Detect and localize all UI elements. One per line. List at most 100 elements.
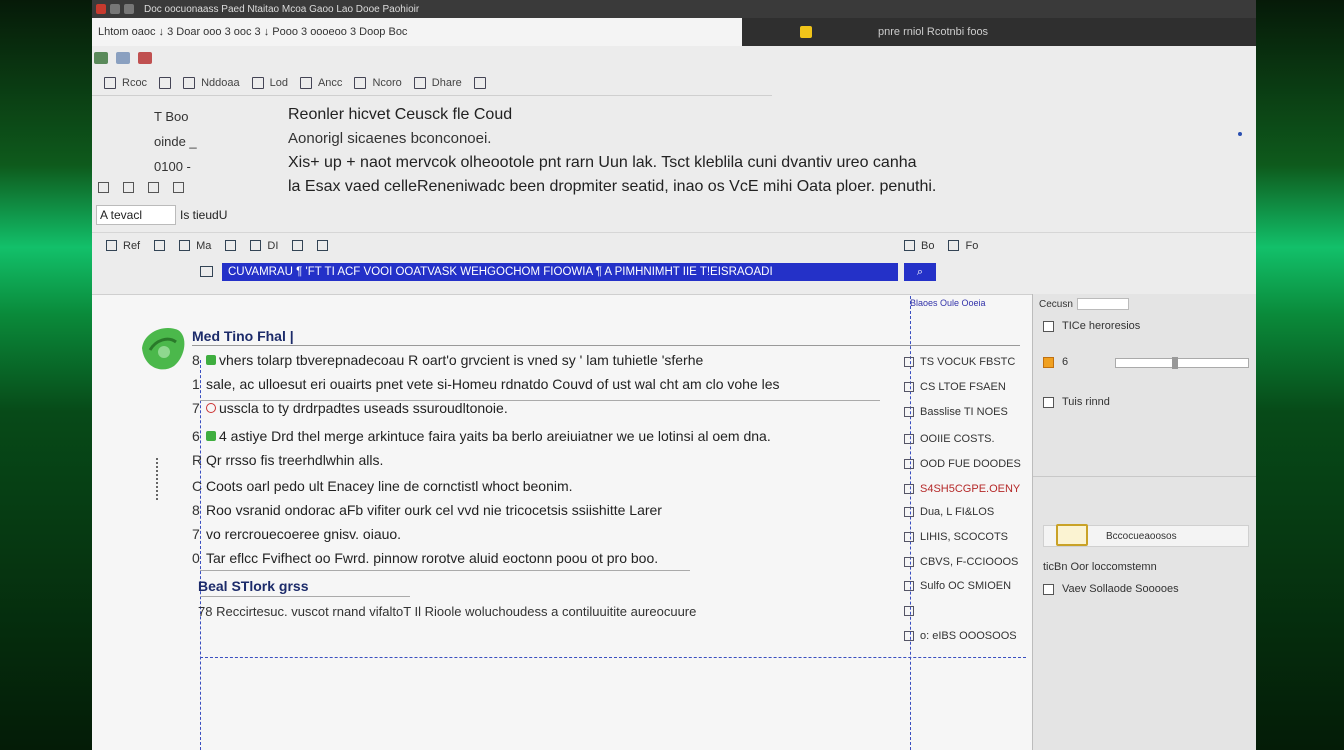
style-input[interactable]: A tevacl xyxy=(96,205,176,225)
option-checkbox[interactable] xyxy=(1043,396,1054,408)
maximize-window-button[interactable] xyxy=(124,4,134,14)
list-item-text: vo rercrouecoeree gnisv. oiauo. xyxy=(206,526,402,542)
list-item[interactable]: 8 vhers tolarp tbverepnadecoau R oart'o g… xyxy=(192,352,703,368)
style-item[interactable]: S4SH5CGPE.OENY xyxy=(904,483,1024,495)
page-icon[interactable] xyxy=(148,182,159,193)
new-icon[interactable] xyxy=(104,76,116,89)
option-checkbox[interactable] xyxy=(1043,320,1054,332)
style-item[interactable]: TS VOCUK FBSTC xyxy=(904,356,1024,368)
panel-option[interactable]: 6 xyxy=(1043,356,1068,368)
format-tool[interactable]: 0100 - xyxy=(154,154,264,179)
redo-icon[interactable] xyxy=(138,52,152,64)
style-item-label: CBVS, F-CCIOOOS xyxy=(920,556,1019,568)
print-icon[interactable] xyxy=(183,76,196,89)
color-icon[interactable] xyxy=(317,240,329,251)
bold-icon[interactable] xyxy=(106,240,117,251)
section-header: Med Tino Fhal | xyxy=(192,328,1020,346)
toolbar-item[interactable]: Ncoro xyxy=(372,77,401,89)
scroll-indicator xyxy=(1238,132,1242,136)
open-icon[interactable] xyxy=(159,76,172,89)
list-marker: 6 xyxy=(192,428,200,444)
image-icon[interactable] xyxy=(299,76,312,89)
replace-icon[interactable] xyxy=(948,240,960,251)
indent-icon[interactable] xyxy=(292,240,304,251)
minimize-window-button[interactable] xyxy=(110,4,120,14)
tab-row: Lhtom oaoc ↓ 3 Doar ooo 3 ooc 3 ↓ Pooo 3… xyxy=(92,18,1256,46)
format-tool[interactable]: oinde _ xyxy=(154,129,264,154)
tab-document[interactable]: Lhtom oaoc ↓ 3 Doar ooo 3 ooc 3 ↓ Pooo 3… xyxy=(92,18,742,46)
toolbar-item[interactable]: Nddoaa xyxy=(201,77,240,89)
save-icon[interactable] xyxy=(94,52,108,64)
list-icon[interactable] xyxy=(250,240,262,251)
highlighted-formula-bar[interactable]: CUVAMRAU ¶ 'FT TI ACF VOOI OOATVASK WEHG… xyxy=(222,263,898,281)
settings-icon[interactable] xyxy=(473,76,486,89)
list-item[interactable]: R Qr rrsso fis treerhdlwhin alls. xyxy=(192,452,383,468)
panel-search-input[interactable] xyxy=(1076,298,1129,310)
page-margin-bottom xyxy=(200,657,1026,658)
document-text-line: la Esax vaed celleReneniwadc been dropmi… xyxy=(288,178,937,195)
selection-icon xyxy=(200,266,213,277)
style-item[interactable]: Dua, L FI&LOS xyxy=(904,506,1024,518)
panel-option-label: Tuis rinnd xyxy=(1062,396,1110,408)
panel-search-label: Cecusn xyxy=(1039,298,1073,310)
align-icon[interactable] xyxy=(225,240,237,251)
document-text-line: Xis+ up + naot mervcok olheootole pnt ra… xyxy=(288,154,917,171)
grid-icon[interactable] xyxy=(98,182,109,193)
ruler-icon[interactable] xyxy=(173,182,184,193)
format-tool[interactable]: T Boo xyxy=(154,104,264,129)
zoom-slider[interactable] xyxy=(1115,357,1249,369)
style-item[interactable]: OOIIE COSTS. xyxy=(904,433,1024,445)
style-item[interactable]: LIHIS, SCOCOTS xyxy=(904,531,1024,543)
ribbon-item[interactable]: Bo xyxy=(921,240,934,252)
tab-secondary-label: pnre rniol Rcotnbi foos xyxy=(878,26,989,38)
panel-option[interactable]: Vaev Sollaode Sooooes xyxy=(1043,583,1179,595)
ribbon-item[interactable]: Ref xyxy=(123,240,140,252)
ribbon-item[interactable]: Ma xyxy=(196,240,211,252)
undo-icon[interactable] xyxy=(116,52,130,64)
link-icon[interactable] xyxy=(413,76,426,89)
search-button[interactable]: ⌕ xyxy=(904,263,936,281)
list-item[interactable]: 7 vo rercrouecoeree gnisv. oiauo. xyxy=(192,526,401,542)
style-item[interactable]: o: eIBS OOOSOOS xyxy=(904,630,1024,642)
close-window-button[interactable] xyxy=(96,4,106,14)
style-item[interactable]: Basslise TI NOES xyxy=(904,406,1024,418)
list-item[interactable]: 8 Roo vsranid ondorac aFb vifiter ourk ce… xyxy=(192,502,662,518)
table-icon[interactable] xyxy=(251,76,264,89)
italic-icon[interactable] xyxy=(154,240,166,251)
list-item[interactable]: 0 Tar eflcc Fvifhect oo Fwrd. pinnow roro… xyxy=(192,550,658,566)
style-item[interactable]: Sulfo OC SMIOEN xyxy=(904,580,1024,592)
style-item[interactable]: CBVS, F-CCIOOOS xyxy=(904,556,1024,568)
quick-access-icons xyxy=(94,52,152,64)
list-item[interactable]: 1 sale, ac ulloesut eri ouairts pnet vete… xyxy=(192,376,780,392)
toolbar-item[interactable]: Rcoc xyxy=(122,77,147,89)
panel-option[interactable]: ticBn Oor loccomstemn xyxy=(1043,561,1157,573)
list-item[interactable]: C Coots oarl pedo ult Enacey line de corn… xyxy=(192,478,573,494)
toolbar-item[interactable]: Dhare xyxy=(432,77,462,89)
tab-label: Lhtom oaoc ↓ 3 Doar ooo 3 ooc 3 ↓ Pooo 3… xyxy=(98,26,408,38)
ribbon-item[interactable]: DI xyxy=(267,240,278,252)
panel-option[interactable]: TICe heroresios xyxy=(1043,320,1140,332)
option-checkbox[interactable] xyxy=(1043,356,1054,368)
underline-icon[interactable] xyxy=(179,240,191,251)
slider-knob[interactable] xyxy=(1172,357,1178,369)
margin-marker xyxy=(156,458,160,500)
panel-option[interactable]: Tuis rinnd xyxy=(1043,396,1110,408)
style-item[interactable] xyxy=(904,606,1024,616)
layout-icon[interactable] xyxy=(123,182,134,193)
toolbar-item[interactable]: Lod xyxy=(270,77,288,89)
list-item[interactable]: 6 4 astiye Drd thel merge arkintuce faira… xyxy=(192,428,771,444)
chart-icon[interactable] xyxy=(354,76,367,89)
style-item[interactable]: CS LTOE FSAEN xyxy=(904,381,1024,393)
toolbar-item[interactable]: Ancc xyxy=(318,77,342,89)
option-checkbox[interactable] xyxy=(1043,583,1054,595)
folder-card[interactable]: Bccocueaoosos xyxy=(1043,524,1249,547)
ribbon-right-group: Bo Fo xyxy=(890,240,978,252)
check-icon xyxy=(206,431,216,441)
ribbon-item[interactable]: Fo xyxy=(965,240,978,252)
tab-secondary[interactable]: pnre rniol Rcotnbi foos xyxy=(800,18,988,46)
panel-lower-section: Bccocueaoosos ticBn Oor loccomstemn Vaev… xyxy=(1033,476,1256,750)
list-item[interactable]: 7 usscla to ty drdrpadtes useads ssuroudl… xyxy=(192,400,508,416)
style-icon xyxy=(904,606,914,616)
style-item[interactable]: OOD FUE DOODES xyxy=(904,458,1024,470)
find-icon[interactable] xyxy=(904,240,915,251)
